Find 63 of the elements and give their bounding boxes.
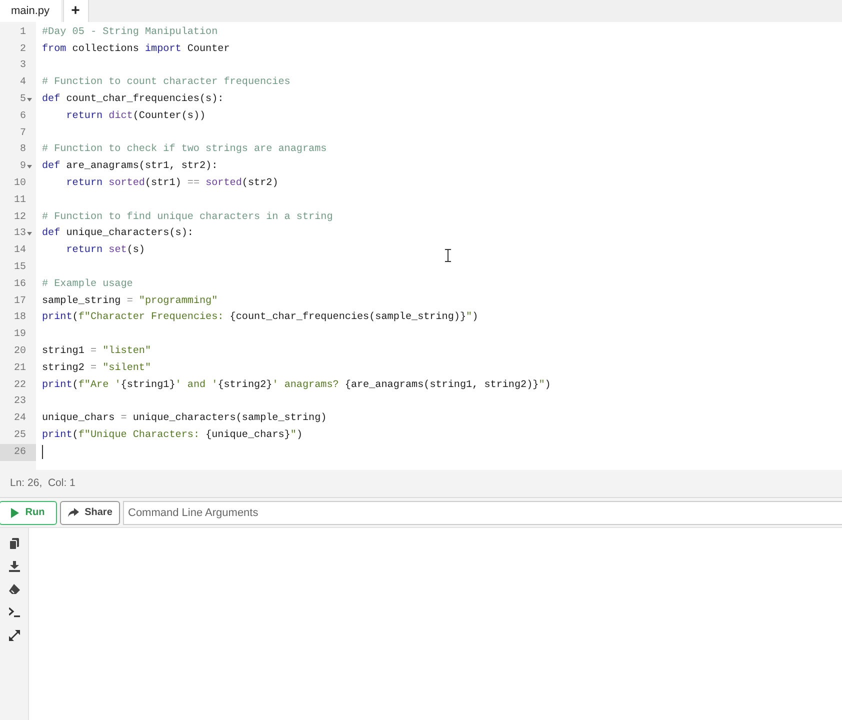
- code-line: return dict(Counter(s)): [65, 110, 206, 124]
- line-number: 26: [14, 446, 26, 460]
- line-number: 15: [14, 261, 26, 276]
- share-arrow-icon: [68, 508, 79, 517]
- terminal-icon[interactable]: [8, 607, 20, 619]
- code-line: return sorted(str1) == sorted(str2): [65, 176, 278, 191]
- line-number: 10: [14, 177, 26, 192]
- code-line: # Function to count character frequencies: [42, 76, 290, 90]
- code-line: print(f"Unique Characters: {unique_chars}"): [42, 428, 302, 443]
- code-line: def count_char_frequencies(s):: [42, 92, 224, 108]
- line-number: 20: [14, 345, 26, 360]
- code-line: # Function to check if two strings are anagrams: [42, 142, 327, 158]
- line-number: 3: [20, 59, 26, 74]
- command-line-arguments-field[interactable]: Command Line Arguments: [123, 500, 842, 524]
- add-tab-button[interactable]: +: [62, 0, 89, 22]
- line-number: 25: [14, 429, 26, 444]
- line-number: 14: [14, 244, 26, 258]
- line-number: 24: [14, 412, 26, 426]
- expand-icon[interactable]: [8, 630, 20, 642]
- line-number: 19: [14, 328, 26, 342]
- line-number: 23: [14, 395, 26, 410]
- text-cursor-icon: [444, 249, 452, 262]
- code-line: def are_anagrams(str1, str2):: [42, 160, 218, 174]
- line-number: 17: [14, 294, 26, 309]
- line-number: 12: [14, 210, 26, 225]
- code-line: string1 = "listen": [42, 344, 152, 359]
- code-line: print(f"Character Frequencies: {count_char_frequencies(sample_string)}"): [42, 310, 478, 326]
- text-caret: [42, 445, 43, 460]
- line-number: 16: [14, 278, 26, 292]
- fold-arrow-icon[interactable]: [27, 232, 32, 236]
- cursor-position: Ln: 26, Col: 1: [10, 476, 76, 491]
- code-line: string2 = "silent": [42, 362, 152, 376]
- line-number: 11: [14, 194, 26, 208]
- share-button[interactable]: Share: [60, 500, 120, 524]
- play-icon: [11, 508, 20, 518]
- copy-icon[interactable]: [8, 538, 20, 550]
- line-number: 7: [20, 126, 26, 141]
- download-icon[interactable]: [8, 561, 20, 573]
- fold-arrow-icon[interactable]: [27, 164, 32, 169]
- line-number: 2: [20, 42, 26, 57]
- line-number: 21: [14, 362, 26, 376]
- code-line: def unique_characters(s):: [42, 226, 194, 242]
- code-line: from collections import Counter: [42, 42, 230, 57]
- line-number: 6: [20, 110, 26, 124]
- line-number: 9: [20, 160, 26, 174]
- code-line: print(f"Are '{string1}' and '{string2}' anagrams? {are_anagrams(string1, string2)}"): [42, 378, 551, 393]
- line-number: 18: [14, 311, 26, 326]
- code-line: sample_string = "programming": [42, 294, 218, 309]
- line-number: 1: [20, 26, 26, 40]
- run-button[interactable]: Run: [0, 500, 57, 524]
- line-number: 13: [14, 227, 26, 242]
- code-line: #Day 05 - String Manipulation: [42, 26, 218, 40]
- fold-arrow-icon[interactable]: [27, 98, 32, 102]
- line-number: 4: [20, 76, 26, 90]
- line-number: 5: [20, 93, 26, 108]
- code-line: unique_chars = unique_characters(sample_string): [42, 412, 327, 426]
- file-tab[interactable]: main.py: [0, 0, 61, 22]
- eraser-icon[interactable]: [8, 584, 20, 596]
- code-line: # Example usage: [42, 278, 133, 292]
- line-number: 22: [14, 378, 26, 393]
- code-line: return set(s): [65, 244, 145, 258]
- code-line: # Function to find unique characters in a string: [42, 210, 333, 225]
- line-number: 8: [20, 143, 26, 158]
